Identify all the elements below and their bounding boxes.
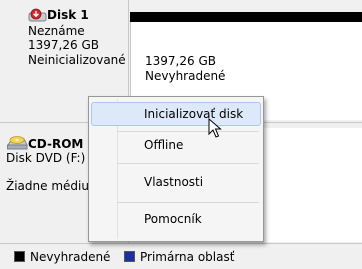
disk1-status: Neinicializované bbox=[28, 53, 126, 67]
cdrom-type: Disk DVD (F:) bbox=[6, 151, 86, 165]
menu-item-initialize-disk[interactable]: Inicializovať disk bbox=[91, 102, 261, 126]
cdrom-drive-icon bbox=[7, 136, 28, 150]
partition-size: 1397,26 GB bbox=[145, 54, 216, 68]
menu-item-label: Pomocník bbox=[144, 212, 202, 226]
partition-state: Nevyhradené bbox=[145, 69, 226, 83]
legend-swatch-primary bbox=[124, 251, 135, 262]
legend-swatch-unallocated bbox=[14, 251, 25, 262]
cdrom-name: CD-ROM bbox=[28, 137, 84, 151]
cdrom-status: Žiadne médiu bbox=[6, 179, 89, 193]
disk1-type: Neznáme bbox=[28, 24, 85, 38]
unallocated-bar bbox=[130, 12, 362, 22]
mouse-cursor-icon bbox=[208, 118, 222, 138]
legend-label-primary: Primárna oblasť bbox=[140, 250, 235, 264]
disk-error-icon bbox=[28, 8, 47, 22]
menu-item-label: Vlastnosti bbox=[144, 175, 204, 189]
menu-separator bbox=[117, 202, 259, 203]
menu-item-label: Offline bbox=[144, 138, 184, 152]
legend-bar: Nevyhradené Primárna oblasť bbox=[0, 244, 362, 269]
menu-item-label: Inicializovať disk bbox=[144, 107, 244, 121]
menu-item-offline[interactable]: Offline bbox=[90, 133, 262, 157]
legend-label-unallocated: Nevyhradené bbox=[30, 250, 111, 264]
menu-separator bbox=[117, 131, 259, 132]
menu-separator bbox=[117, 163, 259, 164]
menu-item-properties[interactable]: Vlastnosti bbox=[90, 170, 262, 194]
menu-item-help[interactable]: Pomocník bbox=[90, 207, 262, 231]
disk1-size: 1397,26 GB bbox=[28, 38, 99, 52]
disk1-name: Disk 1 bbox=[47, 8, 89, 22]
context-menu: Inicializovať disk Offline Vlastnosti Po… bbox=[88, 96, 264, 242]
